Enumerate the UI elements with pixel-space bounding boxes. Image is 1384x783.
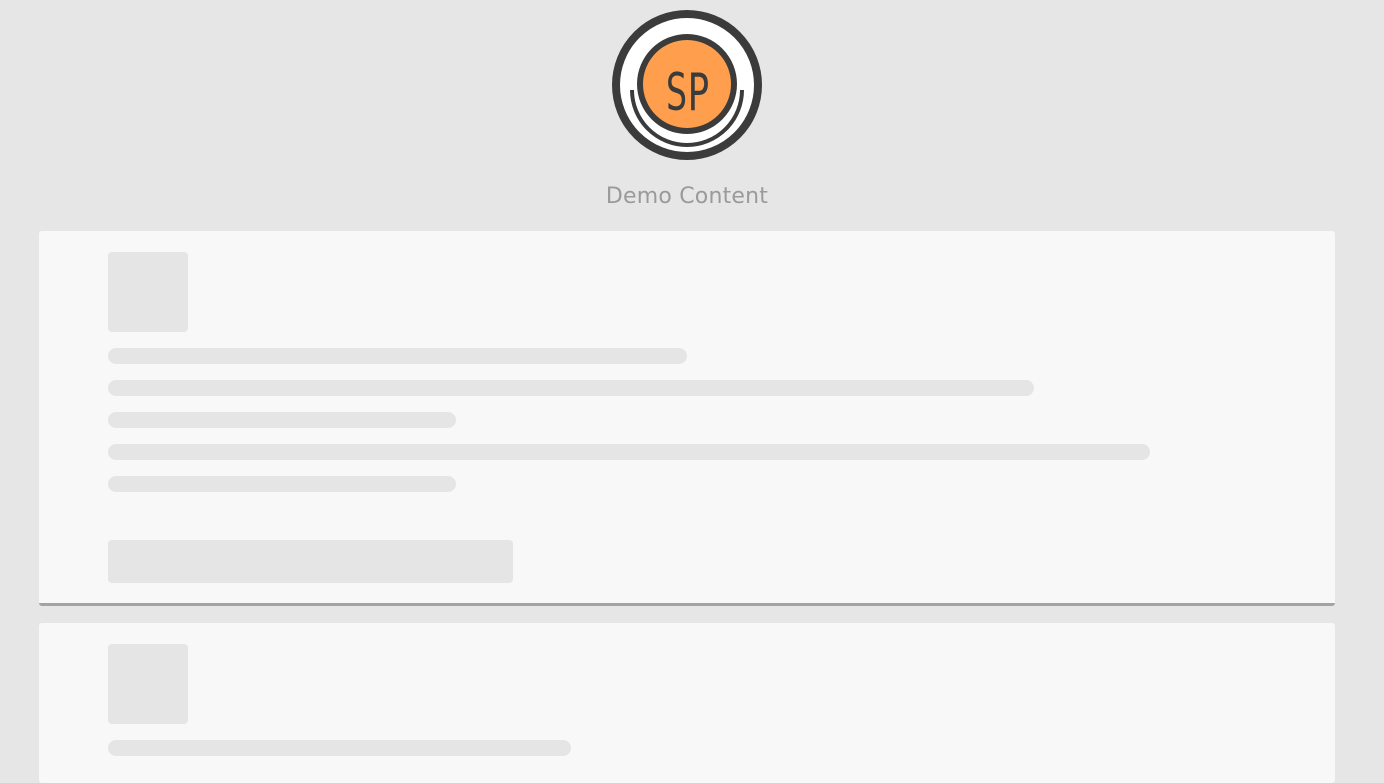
thumbnail-placeholder xyxy=(108,644,188,724)
content-card-1 xyxy=(39,231,1335,606)
sp-logo: SP xyxy=(612,10,762,160)
text-line-placeholder xyxy=(108,740,571,756)
text-line-placeholder xyxy=(108,348,687,364)
sp-logo-icon: SP xyxy=(612,10,762,160)
text-line-placeholder xyxy=(108,476,456,492)
text-line-placeholder xyxy=(108,412,456,428)
text-line-placeholder xyxy=(108,380,1034,396)
content-card-2 xyxy=(39,623,1335,783)
button-placeholder xyxy=(108,540,513,583)
thumbnail-placeholder xyxy=(108,252,188,332)
page-title: Demo Content xyxy=(605,184,769,209)
text-line-placeholder xyxy=(108,444,1150,460)
logo-text: SP xyxy=(666,61,710,122)
